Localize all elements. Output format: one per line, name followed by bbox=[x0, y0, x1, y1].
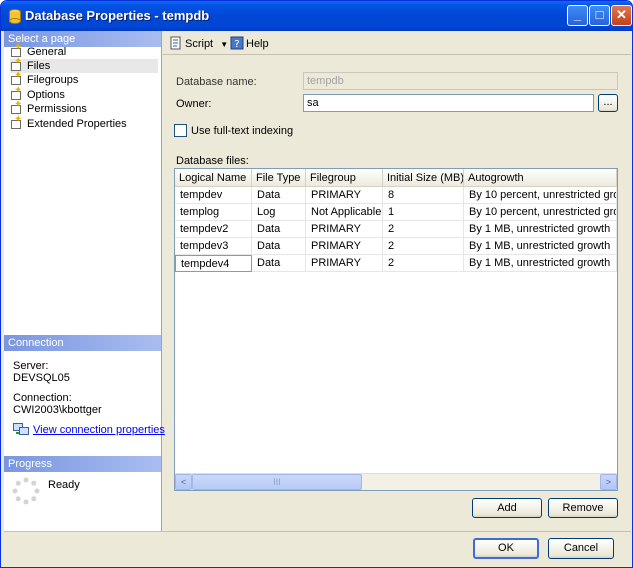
footer-divider bbox=[4, 531, 631, 532]
property-page-icon: ✦ bbox=[10, 71, 24, 85]
column-header-filegroup[interactable]: Filegroup bbox=[306, 169, 383, 187]
table-row[interactable]: templog Log Not Applicable 1 By 10 perce… bbox=[175, 204, 617, 221]
progress-spinner-icon bbox=[12, 477, 40, 505]
connection-label: Connection: bbox=[13, 392, 72, 404]
server-label: Server: bbox=[13, 360, 49, 372]
cell-file-type[interactable]: Data bbox=[252, 221, 306, 238]
help-label: Help bbox=[246, 38, 269, 50]
owner-field[interactable]: sa bbox=[303, 94, 594, 112]
column-header-file-type[interactable]: File Type bbox=[252, 169, 306, 187]
title-bar[interactable]: Database Properties - tempdb _ □ ✕ bbox=[1, 1, 632, 31]
cell-file-type[interactable]: Data bbox=[252, 187, 306, 204]
table-row[interactable]: tempdev Data PRIMARY 8 By 10 percent, un… bbox=[175, 187, 617, 204]
add-button[interactable]: Add bbox=[472, 498, 542, 518]
table-row[interactable]: tempdev3 Data PRIMARY 2 By 1 MB, unrestr… bbox=[175, 238, 617, 255]
server-value: DEVSQL05 bbox=[13, 372, 70, 384]
svg-text:?: ? bbox=[234, 39, 239, 50]
table-row[interactable]: tempdev4 Data PRIMARY 2 By 1 MB, unrestr… bbox=[175, 255, 617, 272]
grid-header: Logical Name File Type Filegroup Initial… bbox=[175, 169, 617, 187]
view-connection-properties-link[interactable]: View connection properties bbox=[13, 423, 165, 436]
database-name-field: tempdb bbox=[303, 72, 618, 90]
cell-autogrowth[interactable]: By 1 MB, unrestricted growth bbox=[464, 238, 617, 255]
page-item-label: General bbox=[27, 46, 67, 58]
script-button[interactable]: Script ▼ bbox=[169, 36, 228, 50]
cell-filegroup[interactable]: PRIMARY bbox=[306, 221, 383, 238]
window-title: Database Properties - tempdb bbox=[25, 8, 210, 23]
cell-autogrowth[interactable]: By 10 percent, unrestricted growth bbox=[464, 204, 617, 221]
page-item-general[interactable]: ✦ General bbox=[10, 43, 158, 59]
page-item-label: Filegroups bbox=[27, 74, 79, 86]
page-item-label: Options bbox=[27, 89, 65, 101]
database-name-label: Database name: bbox=[176, 76, 257, 88]
cell-logical-name[interactable]: tempdev4 bbox=[175, 255, 252, 272]
page-item-label: Permissions bbox=[27, 103, 87, 115]
connection-header: Connection bbox=[4, 335, 161, 351]
page-item-files[interactable]: ✦ Files bbox=[10, 57, 158, 73]
progress-header: Progress bbox=[4, 456, 161, 472]
left-pane: Select a page ✦ General ✦ Files ✦ Filegroup… bbox=[4, 31, 165, 531]
page-item-permissions[interactable]: ✦ Permissions bbox=[10, 100, 158, 116]
database-properties-window: Database Properties - tempdb _ □ ✕ Selec… bbox=[0, 0, 633, 568]
cell-filegroup[interactable]: PRIMARY bbox=[306, 238, 383, 255]
cell-file-type[interactable]: Data bbox=[252, 255, 306, 272]
page-item-filegroups[interactable]: ✦ Filegroups bbox=[10, 71, 158, 87]
page-item-options[interactable]: ✦ Options bbox=[10, 86, 158, 102]
cell-initial-size[interactable]: 2 bbox=[383, 221, 464, 238]
toolbar: Script ▼ ? Help bbox=[163, 31, 631, 55]
scroll-right-button[interactable]: > bbox=[600, 474, 617, 490]
cell-initial-size[interactable]: 8 bbox=[383, 187, 464, 204]
remove-button[interactable]: Remove bbox=[548, 498, 618, 518]
table-row[interactable]: tempdev2 Data PRIMARY 2 By 1 MB, unrestr… bbox=[175, 221, 617, 238]
help-icon: ? bbox=[230, 36, 244, 50]
cell-autogrowth[interactable]: By 1 MB, unrestricted growth bbox=[464, 221, 617, 238]
chevron-down-icon[interactable]: ▼ bbox=[220, 40, 228, 49]
cell-initial-size[interactable]: 2 bbox=[383, 255, 464, 272]
view-connection-link-text[interactable]: View connection properties bbox=[33, 424, 165, 436]
column-header-logical-name[interactable]: Logical Name bbox=[175, 169, 252, 187]
script-label: Script bbox=[185, 38, 214, 50]
database-icon bbox=[9, 9, 21, 24]
scroll-left-button[interactable]: < bbox=[175, 474, 192, 490]
fulltext-label[interactable]: Use full-text indexing bbox=[191, 125, 293, 137]
page-item-label: Files bbox=[27, 60, 51, 72]
page-item-extended-properties[interactable]: ✦ Extended Properties bbox=[10, 115, 158, 131]
cell-logical-name[interactable]: tempdev3 bbox=[175, 238, 252, 255]
cell-filegroup[interactable]: PRIMARY bbox=[306, 255, 383, 272]
database-files-label: Database files: bbox=[176, 155, 249, 167]
cell-initial-size[interactable]: 1 bbox=[383, 204, 464, 221]
ok-button[interactable]: OK bbox=[473, 538, 539, 559]
horizontal-scrollbar[interactable]: < III > bbox=[175, 473, 617, 490]
maximize-button[interactable]: □ bbox=[589, 5, 610, 26]
close-button[interactable]: ✕ bbox=[611, 5, 632, 26]
cell-filegroup[interactable]: Not Applicable bbox=[306, 204, 383, 221]
minimize-button[interactable]: _ bbox=[567, 5, 588, 26]
property-page-icon: ✦ bbox=[10, 115, 24, 129]
cell-autogrowth[interactable]: By 10 percent, unrestricted growth bbox=[464, 187, 617, 204]
cell-logical-name[interactable]: tempdev bbox=[175, 187, 252, 204]
cell-file-type[interactable]: Log bbox=[252, 204, 306, 221]
cell-logical-name[interactable]: templog bbox=[175, 204, 252, 221]
database-files-grid[interactable]: Logical Name File Type Filegroup Initial… bbox=[174, 168, 618, 491]
cell-filegroup[interactable]: PRIMARY bbox=[306, 187, 383, 204]
connection-value: CWI2003\kbottger bbox=[13, 404, 102, 416]
property-page-icon: ✦ bbox=[10, 100, 24, 114]
cell-file-type[interactable]: Data bbox=[252, 238, 306, 255]
cell-initial-size[interactable]: 2 bbox=[383, 238, 464, 255]
cell-logical-name[interactable]: tempdev2 bbox=[175, 221, 252, 238]
cell-autogrowth[interactable]: By 1 MB, unrestricted growth bbox=[464, 255, 617, 272]
fulltext-checkbox[interactable] bbox=[174, 124, 187, 137]
column-header-autogrowth[interactable]: Autogrowth bbox=[464, 169, 617, 187]
help-button[interactable]: ? Help bbox=[230, 36, 269, 50]
script-icon bbox=[170, 36, 181, 50]
browse-owner-button[interactable]: ... bbox=[598, 94, 618, 112]
progress-status: Ready bbox=[48, 479, 80, 491]
page-item-label: Extended Properties bbox=[27, 118, 127, 130]
column-header-initial-size[interactable]: Initial Size (MB) bbox=[383, 169, 464, 187]
owner-label: Owner: bbox=[176, 98, 212, 110]
cancel-button[interactable]: Cancel bbox=[548, 538, 614, 559]
connection-properties-icon bbox=[13, 423, 29, 435]
scrollbar-thumb[interactable]: III bbox=[192, 474, 362, 490]
